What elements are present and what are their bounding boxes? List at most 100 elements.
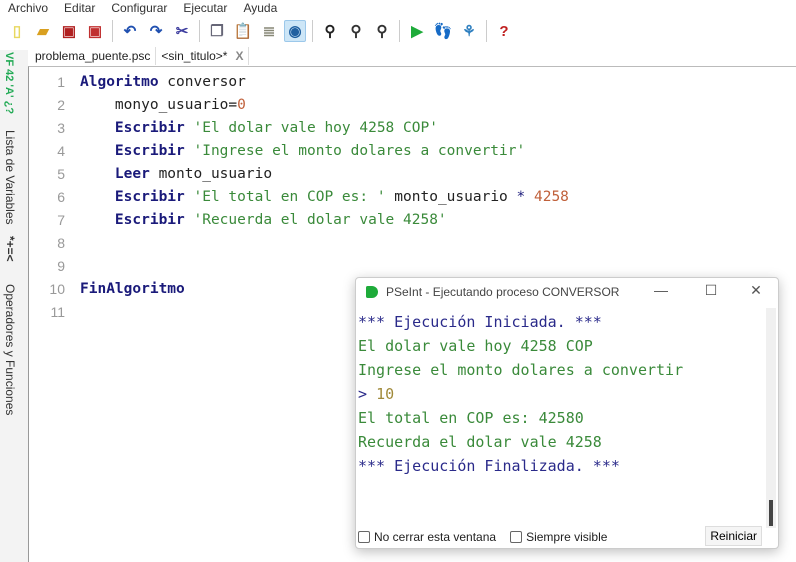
tab-label: problema_puente.psc xyxy=(35,49,151,63)
code-line: 5 Leer monto_usuario xyxy=(29,162,272,185)
copy-button[interactable]: ❐ xyxy=(206,20,228,42)
run-button[interactable]: ▶ xyxy=(406,20,428,42)
code-token-kw: Escribir xyxy=(80,142,185,159)
console-line: > 10 xyxy=(358,385,394,403)
toolbar-separator xyxy=(199,20,200,42)
code-token-id: conversor xyxy=(158,73,246,90)
code-token-id: monto_usuario xyxy=(385,188,517,205)
no-cerrar-checkbox[interactable] xyxy=(358,531,370,543)
new-file-icon: ▯ xyxy=(12,23,22,40)
toolbar: ▯ ▰ ▣ ▣ ↶ ↷ ✂ ❐ 📋 ≣ ◉ ⚲ ⚲ ⚲ ▶ 👣 ⚘? xyxy=(0,17,796,45)
find-button[interactable]: ⚲ xyxy=(319,20,341,42)
operators-icon[interactable]: *+=< xyxy=(3,236,17,262)
find-next-button[interactable]: ⚲ xyxy=(371,20,393,42)
variables-list-tab[interactable]: Lista de Variables xyxy=(3,130,17,225)
code-line: 4 Escribir 'Ingrese el monto dolares a c… xyxy=(29,139,525,162)
line-number: 6 xyxy=(57,188,65,205)
menu-bar: Archivo Editar Configurar Ejecutar Ayuda xyxy=(0,0,796,16)
code-line: 10 FinAlgoritmo xyxy=(29,277,184,300)
menu-ayuda[interactable]: Ayuda xyxy=(235,0,285,16)
find-previous-icon: ⚲ xyxy=(350,23,362,40)
open-folder-button[interactable]: ▰ xyxy=(32,20,54,42)
code-token-id: monyo_usuario= xyxy=(80,96,238,113)
console-line: *** Ejecución Iniciada. *** xyxy=(358,313,602,331)
code-token-kw: Algoritmo xyxy=(80,73,159,90)
undo-button[interactable]: ↶ xyxy=(119,20,141,42)
code-token-kw: Escribir xyxy=(80,119,185,136)
code-line: 7 Escribir 'Recuerda el dolar vale 4258' xyxy=(29,208,447,231)
operators-functions-tab[interactable]: Operadores y Funciones xyxy=(3,284,17,415)
code-line: 1 Algoritmo conversor xyxy=(29,70,246,93)
maximize-button[interactable]: ☐ xyxy=(696,282,726,299)
code-line: 8 xyxy=(29,231,80,254)
line-number: 1 xyxy=(57,73,65,90)
line-number: 5 xyxy=(57,165,65,182)
console-window: PSeInt - Ejecutando proceso CONVERSOR — … xyxy=(355,277,779,549)
console-title: PSeInt - Ejecutando proceso CONVERSOR xyxy=(386,285,620,299)
close-tab-icon[interactable]: X xyxy=(235,49,243,63)
indent-icon: ◉ xyxy=(288,23,302,40)
console-line: El total en COP es: 42580 xyxy=(358,409,584,427)
siempre-visible-checkbox[interactable] xyxy=(510,531,523,543)
step-by-step-icon: 👣 xyxy=(433,23,453,40)
no-cerrar-label: No cerrar esta ventana xyxy=(374,530,497,544)
menu-archivo[interactable]: Archivo xyxy=(0,0,56,16)
code-token-num: 0 xyxy=(237,96,246,113)
code-line: 2 monyo_usuario= 0 xyxy=(29,93,246,116)
flowchart-icon: ⚘ xyxy=(462,23,476,40)
code-token-str: 'Recuerda el dolar vale 4258' xyxy=(184,211,447,228)
siempre-visible-label: Siempre visible xyxy=(526,530,608,544)
menu-editar[interactable]: Editar xyxy=(56,0,103,16)
code-token-num: 4258 xyxy=(525,188,569,205)
save-as-icon: ▣ xyxy=(87,23,103,40)
save-button[interactable]: ▣ xyxy=(58,20,80,42)
save-as-button[interactable]: ▣ xyxy=(84,20,106,42)
reiniciar-button[interactable]: Reiniciar xyxy=(705,526,762,546)
code-token-str: 'Ingrese el monto dolares a convertir' xyxy=(184,142,526,159)
code-token-id: monto_usuario xyxy=(149,165,273,182)
console-scrollbar[interactable] xyxy=(766,308,776,528)
paste-icon: 📋 xyxy=(233,23,253,40)
toolbar-separator xyxy=(486,20,487,42)
code-token-op: * xyxy=(516,188,526,205)
step-by-step-button[interactable]: 👣 xyxy=(432,20,454,42)
scrollbar-thumb[interactable] xyxy=(769,500,773,526)
find-previous-button[interactable]: ⚲ xyxy=(345,20,367,42)
cut-button[interactable]: ✂ xyxy=(171,20,193,42)
code-token-str: 'El dolar vale hoy 4258 COP' xyxy=(184,119,438,136)
find-next-icon: ⚲ xyxy=(376,23,388,40)
help-button[interactable]: ? xyxy=(493,20,515,42)
variables-icon[interactable]: VF 42 'A' ¿? xyxy=(3,52,15,114)
console-line: *** Ejecución Finalizada. *** xyxy=(358,457,620,475)
edit-button[interactable]: ≣ xyxy=(258,20,280,42)
input-prompt: > xyxy=(358,385,377,403)
minimize-button[interactable]: — xyxy=(646,282,676,298)
indent-button[interactable]: ◉ xyxy=(284,20,306,42)
input-value: 10 xyxy=(376,385,395,403)
line-number: 9 xyxy=(57,257,65,274)
close-button[interactable]: ✕ xyxy=(741,282,771,299)
open-folder-icon: ▰ xyxy=(37,23,49,40)
code-token-kw: Escribir xyxy=(80,188,185,205)
toolbar-separator xyxy=(312,20,313,42)
flowchart-button[interactable]: ⚘ xyxy=(458,20,480,42)
tab-sin-titulo[interactable]: <sin_titulo>* X xyxy=(156,47,250,65)
line-number: 8 xyxy=(57,234,65,251)
tab-bar: problema_puente.psc <sin_titulo>* X xyxy=(30,47,250,65)
line-number: 2 xyxy=(57,96,65,113)
line-number: 7 xyxy=(57,211,65,228)
paste-button[interactable]: 📋 xyxy=(232,20,254,42)
menu-configurar[interactable]: Configurar xyxy=(103,0,175,16)
menu-ejecutar[interactable]: Ejecutar xyxy=(175,0,235,16)
redo-icon: ↷ xyxy=(149,23,163,40)
copy-icon: ❐ xyxy=(210,23,224,40)
console-line: Recuerda el dolar vale 4258 xyxy=(358,433,602,451)
redo-button[interactable]: ↷ xyxy=(145,20,167,42)
code-token-str: 'El total en COP es: ' xyxy=(184,188,386,205)
undo-icon: ↶ xyxy=(123,23,137,40)
code-token-kw: Leer xyxy=(80,165,150,182)
tab-problema-puente[interactable]: problema_puente.psc xyxy=(30,47,157,65)
new-file-button[interactable]: ▯ xyxy=(6,20,28,42)
code-line: 3 Escribir 'El dolar vale hoy 4258 COP' xyxy=(29,116,438,139)
run-icon: ▶ xyxy=(411,23,423,40)
